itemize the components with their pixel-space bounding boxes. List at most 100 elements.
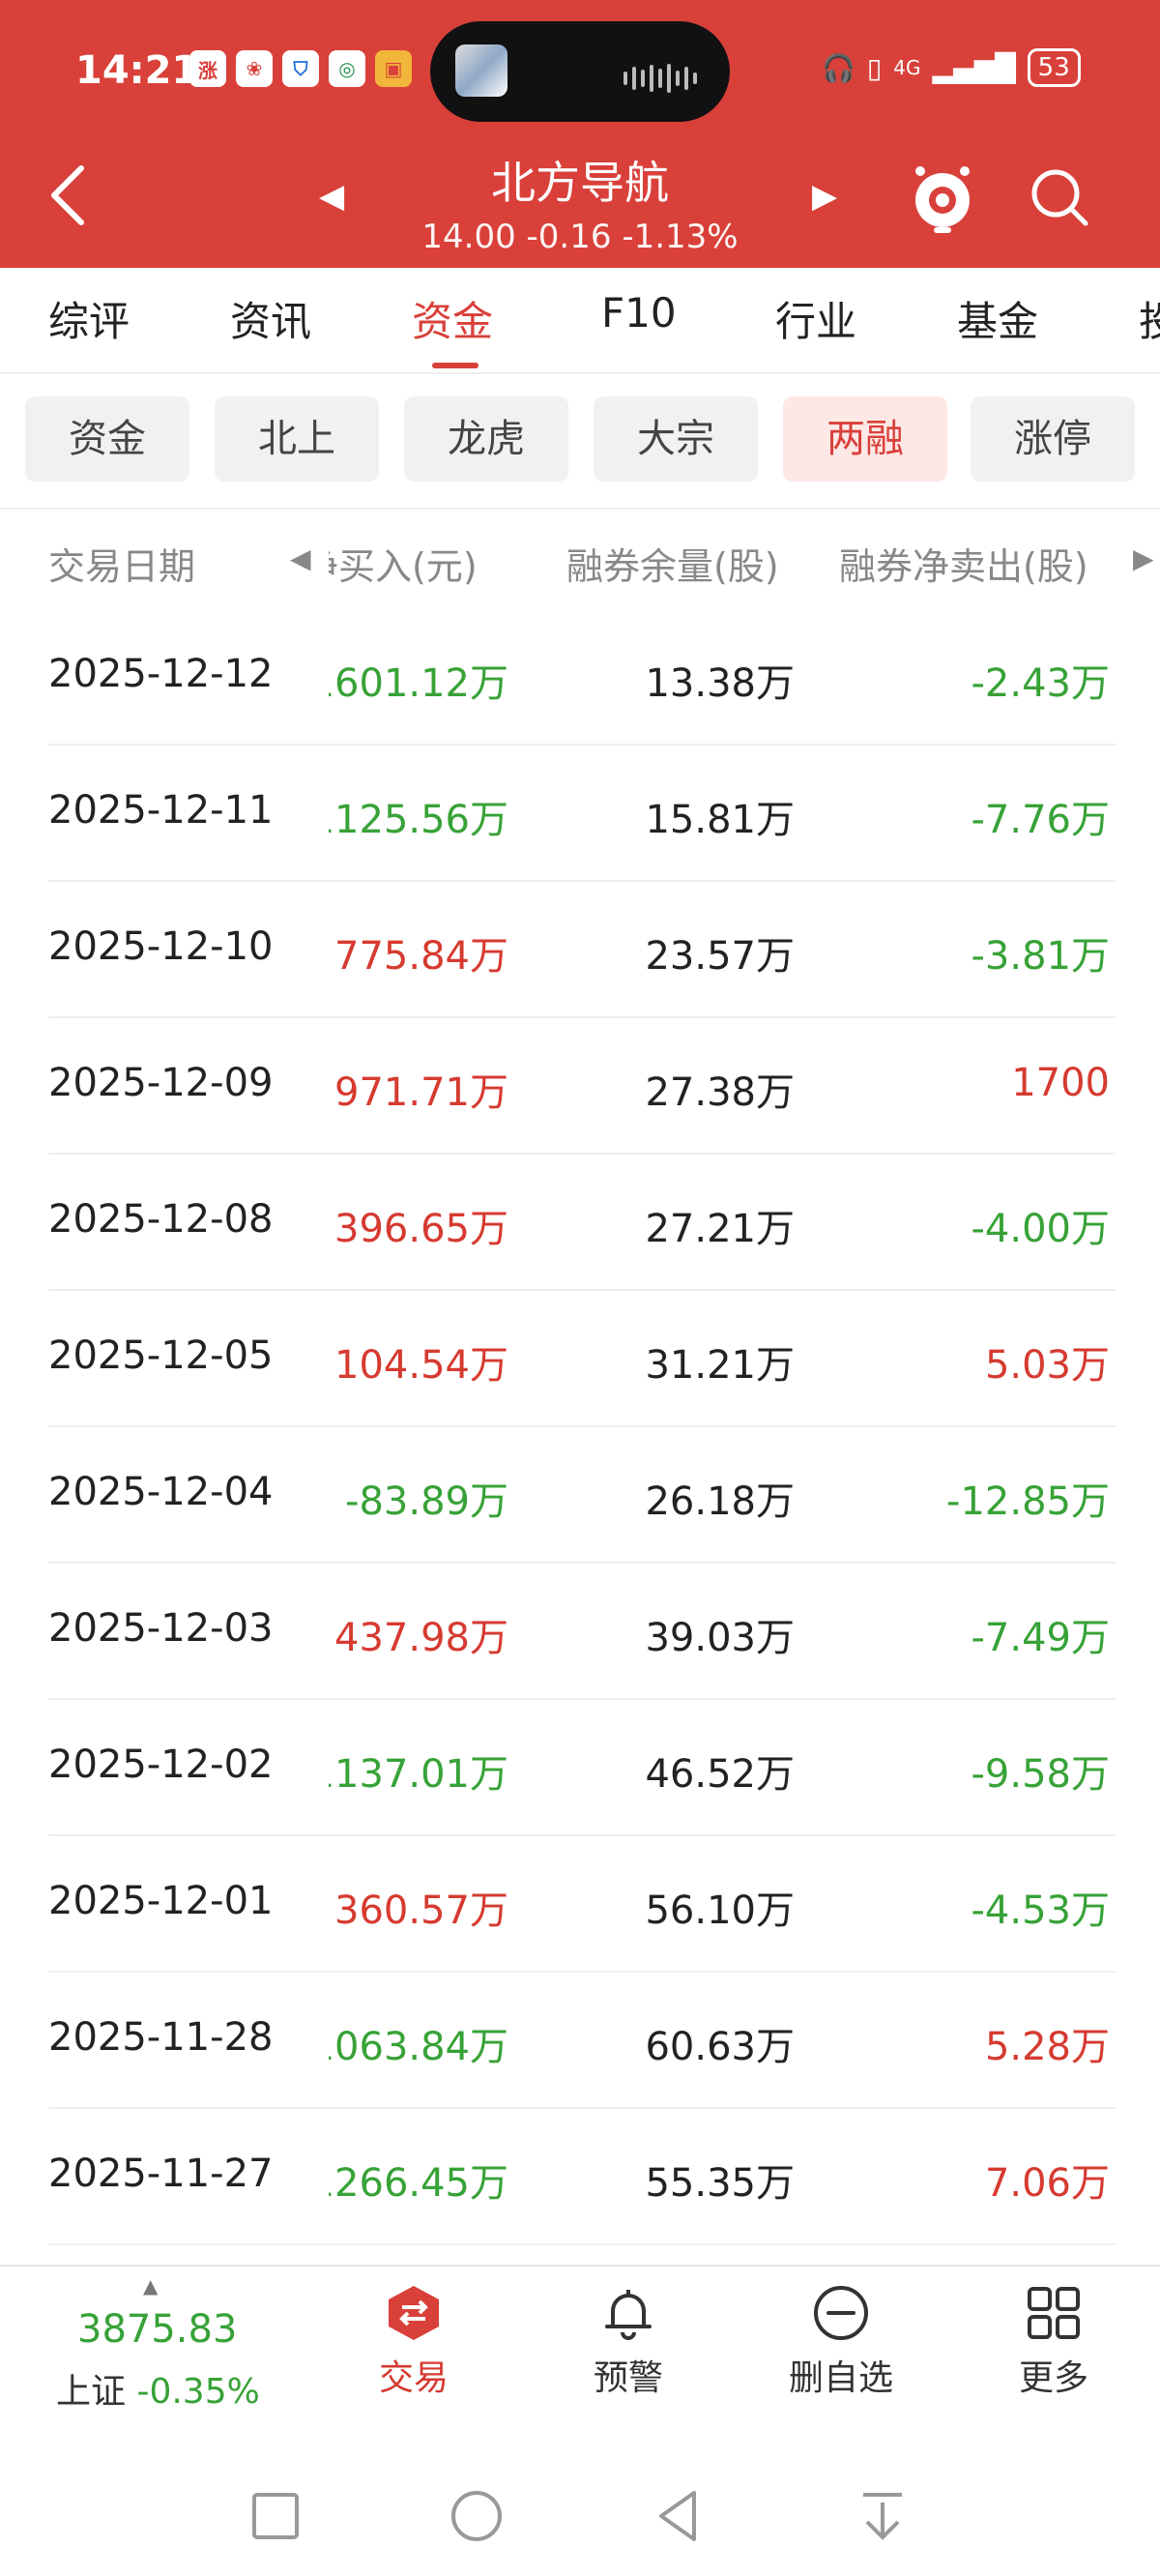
dynamic-island[interactable] bbox=[430, 21, 730, 122]
audio-wave-icon bbox=[624, 64, 697, 93]
chip-margin[interactable]: 两融 bbox=[783, 396, 947, 482]
back-nav-icon[interactable] bbox=[650, 2487, 708, 2545]
table-row[interactable]: 2025-12-05 104.54万 31.21万 5.03万 bbox=[0, 1289, 1160, 1427]
index-label[interactable]: 上证 -0.35% bbox=[56, 2363, 260, 2414]
net-buy-cell: -1063.84万 bbox=[329, 1971, 518, 2109]
row-net-sell: -4.00万 bbox=[971, 1207, 1111, 1251]
net-buy-cell: 360.57万 bbox=[329, 1834, 518, 1973]
net-buy-cell: 437.98万 bbox=[329, 1562, 518, 1700]
row-net-buy: 437.98万 bbox=[334, 1616, 508, 1660]
row-date: 2025-12-03 bbox=[48, 1606, 274, 1651]
net-buy-cell: 775.84万 bbox=[329, 880, 518, 1018]
home-icon[interactable] bbox=[448, 2487, 506, 2545]
minus-circle-icon bbox=[812, 2284, 870, 2342]
row-balance: 13.38万 bbox=[645, 661, 795, 706]
net-buy-cell: -1266.45万 bbox=[329, 2107, 518, 2245]
net-buy-cell: -1125.56万 bbox=[329, 744, 518, 882]
battery-icon: 53 bbox=[1027, 48, 1081, 87]
row-divider bbox=[48, 2243, 1116, 2245]
row-date: 2025-12-01 bbox=[48, 1879, 274, 1923]
row-net-sell: -7.76万 bbox=[971, 798, 1111, 842]
header-net-sell: 融券净卖出(股) bbox=[839, 545, 1088, 588]
scroll-left-icon[interactable]: ◀ bbox=[290, 542, 311, 574]
tab-overview[interactable]: 综评 bbox=[48, 289, 130, 348]
table-row[interactable]: 2025-12-02 -1137.01万 46.52万 -9.58万 bbox=[0, 1698, 1160, 1836]
net-buy-cell: 104.54万 bbox=[329, 1289, 518, 1427]
table-row[interactable]: 2025-12-10 775.84万 23.57万 -3.81万 bbox=[0, 880, 1160, 1018]
table-row[interactable]: 2025-12-11 -1125.56万 15.81万 -7.76万 bbox=[0, 744, 1160, 882]
table-row[interactable]: 2025-12-04 -83.89万 26.18万 -12.85万 bbox=[0, 1425, 1160, 1564]
row-date: 2025-11-28 bbox=[48, 2015, 274, 2060]
chip-limit-up[interactable]: 涨停 bbox=[971, 396, 1135, 482]
chip-dragon-tiger[interactable]: 龙虎 bbox=[404, 396, 568, 482]
expand-up-icon[interactable]: ▲ bbox=[143, 2274, 158, 2298]
tab-news[interactable]: 资讯 bbox=[230, 289, 311, 348]
notification-pull-icon[interactable] bbox=[854, 2487, 912, 2545]
system-navigation-bar bbox=[0, 2419, 1160, 2576]
row-balance: 15.81万 bbox=[645, 798, 795, 842]
remove-watchlist-label: 删自选 bbox=[788, 2358, 893, 2398]
tab-industry[interactable]: 行业 bbox=[775, 289, 856, 348]
tab-more-partial[interactable]: 投 bbox=[1139, 289, 1160, 348]
table-row[interactable]: 2025-11-28 -1063.84万 60.63万 5.28万 bbox=[0, 1971, 1160, 2109]
tab-funds[interactable]: 资金 bbox=[412, 289, 493, 348]
margin-table[interactable]: 2025-12-12-1601.12万13.38万-2.43万2025-12-1… bbox=[0, 607, 1160, 2263]
scroll-right-icon[interactable]: ▶ bbox=[1133, 542, 1154, 574]
table-row[interactable]: 2025-12-08 396.65万 27.21万 -4.00万 bbox=[0, 1153, 1160, 1291]
active-tab-indicator bbox=[432, 363, 478, 368]
more-button[interactable]: 更多 bbox=[976, 2284, 1131, 2400]
red-envelope-icon: ▣ bbox=[375, 50, 412, 87]
net-buy-cell: 971.71万 bbox=[329, 1016, 518, 1155]
row-date: 2025-12-10 bbox=[48, 924, 274, 969]
stock-nav: ◀ 北方导航 14.00 -0.16 -1.13% ▶ bbox=[0, 140, 1160, 268]
remove-watchlist-button[interactable]: 删自选 bbox=[764, 2284, 918, 2400]
alert-label: 预警 bbox=[593, 2358, 663, 2398]
trade-button[interactable]: 交易 bbox=[336, 2284, 491, 2400]
next-stock-button[interactable]: ▶ bbox=[812, 177, 837, 216]
header-scroll-area[interactable]: 融资净买入(元) 融券余量(股) 融券净卖出(股) bbox=[329, 510, 1141, 606]
tab-f10[interactable]: F10 bbox=[601, 289, 677, 337]
row-net-sell: 1700 bbox=[1011, 1061, 1110, 1105]
row-date: 2025-12-09 bbox=[48, 1061, 274, 1105]
more-label: 更多 bbox=[1018, 2358, 1088, 2398]
bank-notification-icon: ◎ bbox=[329, 50, 365, 87]
mascot-icon[interactable] bbox=[911, 161, 974, 235]
app-notification-icon: 涨 bbox=[189, 50, 226, 87]
grid-icon bbox=[1025, 2284, 1083, 2342]
chip-funds[interactable]: 资金 bbox=[25, 396, 189, 482]
table-row[interactable]: 2025-11-27 -1266.45万 55.35万 7.06万 bbox=[0, 2107, 1160, 2245]
row-date: 2025-12-02 bbox=[48, 1742, 274, 1787]
header-net-buy: 融资净买入(元) bbox=[329, 545, 478, 588]
top-header: 14:21 涨 ❀ ⛉ ◎ ▣ 🎧 ▯ 4G ▂▄▆█ 53 ◀ 北方导航 14… bbox=[0, 0, 1160, 268]
row-net-buy: -1266.45万 bbox=[329, 2161, 508, 2206]
bell-icon bbox=[599, 2284, 657, 2342]
row-net-sell: -2.43万 bbox=[971, 661, 1111, 706]
search-icon[interactable] bbox=[1028, 165, 1091, 229]
row-net-buy: -1137.01万 bbox=[329, 1752, 508, 1797]
row-date: 2025-12-12 bbox=[48, 652, 274, 696]
net-buy-cell: 396.65万 bbox=[329, 1153, 518, 1291]
row-date: 2025-11-27 bbox=[48, 2152, 274, 2196]
network-type: 4G bbox=[893, 56, 921, 79]
chip-northbound[interactable]: 北上 bbox=[215, 396, 379, 482]
table-row[interactable]: 2025-12-03 437.98万 39.03万 -7.49万 bbox=[0, 1562, 1160, 1700]
table-row[interactable]: 2025-12-09 971.71万 27.38万 1700 bbox=[0, 1016, 1160, 1155]
index-value[interactable]: 3875.83 bbox=[77, 2307, 237, 2352]
row-net-sell: -3.81万 bbox=[971, 934, 1111, 979]
recent-apps-icon[interactable] bbox=[246, 2487, 304, 2545]
net-buy-cell: -1137.01万 bbox=[329, 1698, 518, 1836]
row-net-sell: -4.53万 bbox=[971, 1888, 1111, 1933]
alert-button[interactable]: 预警 bbox=[551, 2284, 706, 2400]
shield-notification-icon: ⛉ bbox=[282, 50, 319, 87]
table-row[interactable]: 2025-12-12 -1601.12万 13.38万 -2.43万 bbox=[0, 607, 1160, 746]
row-net-buy: 775.84万 bbox=[334, 934, 508, 979]
row-balance: 27.21万 bbox=[645, 1207, 795, 1251]
tab-fund[interactable]: 基金 bbox=[957, 289, 1038, 348]
table-row[interactable]: 2025-12-01 360.57万 56.10万 -4.53万 bbox=[0, 1834, 1160, 1973]
row-net-sell: -7.49万 bbox=[971, 1616, 1111, 1660]
row-net-buy: 971.71万 bbox=[334, 1070, 508, 1115]
row-date: 2025-12-11 bbox=[48, 788, 274, 833]
row-date: 2025-12-04 bbox=[48, 1470, 274, 1514]
chip-block-trade[interactable]: 大宗 bbox=[594, 396, 758, 482]
row-balance: 46.52万 bbox=[645, 1752, 795, 1797]
